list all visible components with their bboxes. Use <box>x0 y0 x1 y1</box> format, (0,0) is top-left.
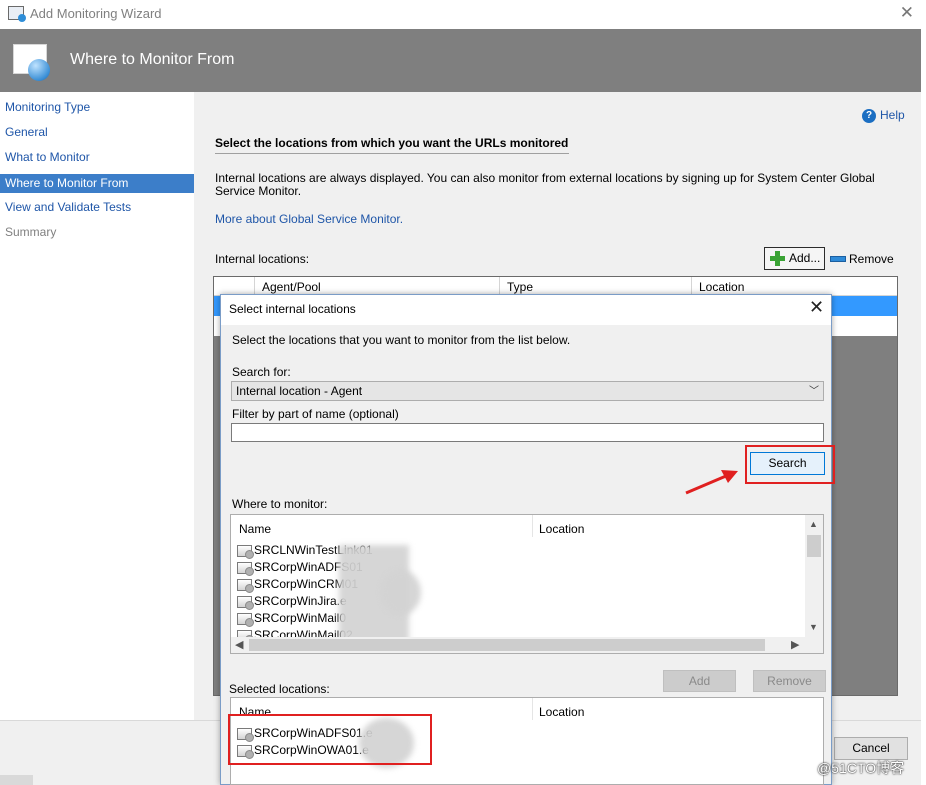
nav-item-where-to-monitor-from[interactable]: Where to Monitor From <box>0 174 194 193</box>
column-agent-pool[interactable]: Agent/Pool <box>262 280 321 294</box>
help-icon[interactable]: ? <box>862 109 876 123</box>
computer-icon <box>237 561 254 576</box>
dialog-title: Select internal locations <box>229 302 356 316</box>
privacy-blur <box>381 570 421 615</box>
column-separator <box>532 698 533 720</box>
chevron-down-icon: ﹀ <box>809 386 819 397</box>
where-column-location[interactable]: Location <box>539 522 584 536</box>
cancel-button[interactable]: Cancel <box>834 737 908 760</box>
section-divider <box>215 153 569 154</box>
search-for-select[interactable]: Internal location - Agent ﹀ <box>231 381 824 401</box>
scroll-down-icon[interactable]: ▼ <box>809 622 818 632</box>
wizard-header: Where to Monitor From <box>0 29 921 92</box>
computer-icon <box>237 595 254 610</box>
computer-icon <box>237 578 254 593</box>
vertical-scrollbar[interactable]: ▲ ▼ <box>805 515 823 637</box>
remove-location-button[interactable]: Remove <box>849 252 894 266</box>
search-annotation-box <box>745 445 835 484</box>
dialog-close-icon[interactable]: ✕ <box>809 297 824 318</box>
scroll-up-icon[interactable]: ▲ <box>809 519 818 529</box>
section-title: Select the locations from which you want… <box>215 136 569 150</box>
computer-icon <box>237 544 254 559</box>
computer-icon <box>237 612 254 627</box>
list-item[interactable]: SRCorpWinJira.e <box>237 593 347 610</box>
nav-item-what-to-monitor[interactable]: What to Monitor <box>0 148 194 167</box>
internal-locations-label: Internal locations: <box>215 252 310 266</box>
list-item-name: SRCorpWinJira.e <box>254 594 347 608</box>
filter-label: Filter by part of name (optional) <box>232 407 399 421</box>
computer-icon <box>237 629 254 637</box>
selected-locations-label: Selected locations: <box>229 682 330 696</box>
page-title: Where to Monitor From <box>70 51 235 68</box>
list-item[interactable]: SRCorpWinMail02 <box>237 627 353 637</box>
list-item-name: SRCorpWinMail0 <box>254 611 347 625</box>
horizontal-scrollbar[interactable] <box>0 775 33 785</box>
column-separator <box>532 515 533 537</box>
search-for-value: Internal location - Agent <box>236 384 363 398</box>
title-bar: Add Monitoring Wizard ✕ <box>0 0 926 29</box>
remove-icon[interactable] <box>830 256 846 262</box>
list-item[interactable]: SRCorpWinMail0 <box>237 610 346 627</box>
scroll-thumb[interactable] <box>249 639 765 651</box>
filter-input[interactable] <box>231 423 824 442</box>
description-text: Internal locations are always displayed.… <box>215 171 875 198</box>
window-title: Add Monitoring Wizard <box>30 6 162 21</box>
nav-item-view-and-validate-tests[interactable]: View and Validate Tests <box>0 198 194 217</box>
horizontal-scrollbar[interactable]: ◀ ▶ <box>231 637 805 653</box>
scroll-thumb[interactable] <box>807 535 821 557</box>
scroll-left-icon[interactable]: ◀ <box>235 638 243 651</box>
window-close-icon[interactable]: ✕ <box>900 3 914 23</box>
search-for-label: Search for: <box>232 365 291 379</box>
add-button-label: Add... <box>789 251 821 265</box>
monitor-globe-icon <box>13 44 50 81</box>
selected-column-location[interactable]: Location <box>539 705 584 719</box>
list-item-name: SRCorpWinMail02 <box>254 628 353 637</box>
add-to-selected-button[interactable]: Add <box>663 670 736 692</box>
where-to-monitor-label: Where to monitor: <box>232 497 328 511</box>
plus-icon <box>770 251 785 266</box>
column-location[interactable]: Location <box>699 280 744 294</box>
where-column-name[interactable]: Name <box>239 522 271 536</box>
nav-item-general[interactable]: General <box>0 123 194 142</box>
column-type[interactable]: Type <box>507 280 533 294</box>
help-link[interactable]: Help <box>880 108 905 122</box>
add-location-button[interactable]: Add... <box>764 247 825 270</box>
app-icon <box>8 6 26 22</box>
scroll-right-icon[interactable]: ▶ <box>791 638 799 651</box>
annotation-arrow-icon <box>685 470 738 495</box>
dialog-instruction: Select the locations that you want to mo… <box>232 333 571 347</box>
where-to-monitor-list: Name Location SRCLNWinTestLink01 SRCorpW… <box>230 514 824 654</box>
selected-annotation-box <box>228 714 432 765</box>
remove-from-selected-button[interactable]: Remove <box>753 670 826 692</box>
watermark: @51CTO博客 <box>817 760 905 776</box>
nav-item-monitoring-type[interactable]: Monitoring Type <box>0 98 194 117</box>
scroll-corner <box>805 637 823 653</box>
wizard-nav: Monitoring Type General What to Monitor … <box>0 92 194 720</box>
nav-item-summary: Summary <box>5 225 57 239</box>
more-about-gsm-link[interactable]: More about Global Service Monitor. <box>215 212 403 226</box>
